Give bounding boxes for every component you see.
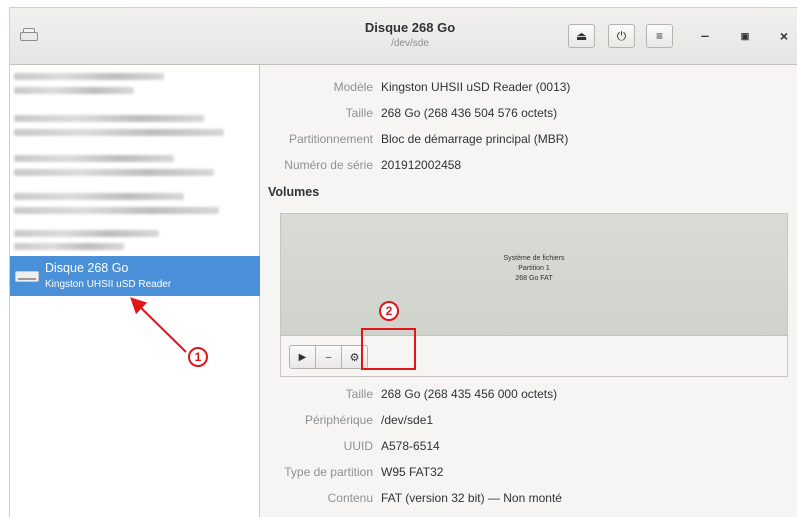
volumes-heading: Volumes <box>268 185 320 199</box>
window-subtitle: /dev/sde <box>391 38 429 49</box>
blurred-device-detail <box>14 169 214 176</box>
disk-model: Kingston UHSII uSD Reader <box>45 279 172 290</box>
device-sidebar: Disque 268 Go Kingston UHSII uSD Reader <box>10 65 260 517</box>
partition-block[interactable]: Système de fichiers Partition 1 268 Go F… <box>281 214 787 336</box>
minus-icon: – <box>325 351 332 363</box>
blurred-device-name[interactable] <box>14 193 184 200</box>
drive-menu-button[interactable]: ≡ <box>646 24 673 48</box>
disk-name: Disque 268 Go <box>45 261 129 275</box>
minimize-button[interactable]: ‒ <box>697 28 713 44</box>
volume-size-value: 268 Go (268 435 456 000 octets) <box>381 387 558 401</box>
drive-icon <box>15 271 39 282</box>
drive-details-pane: Modèle Kingston UHSII uSD Reader (0013) … <box>261 65 797 517</box>
title-block: Disque 268 Go /dev/sde <box>300 20 520 49</box>
blurred-device-name[interactable] <box>14 155 174 162</box>
blurred-device-detail <box>14 87 134 94</box>
blurred-device-detail <box>14 243 124 250</box>
blurred-device-name[interactable] <box>14 73 164 80</box>
drive-size-label: Taille <box>345 106 373 120</box>
hamburger-menu-icon: ≡ <box>655 29 663 43</box>
drive-model-label: Modèle <box>333 80 373 94</box>
close-button[interactable]: × <box>776 28 792 44</box>
disks-window: Disque 268 Go /dev/sde ⏏ ⏻ ≡ ‒ ▣ × Disqu… <box>9 7 797 517</box>
sidebar-item-disque-268-go[interactable]: Disque 268 Go Kingston UHSII uSD Reader <box>10 256 260 296</box>
eject-icon: ⏏ <box>575 29 588 43</box>
power-icon: ⏻ <box>616 28 627 43</box>
delete-partition-button[interactable]: – <box>315 345 342 369</box>
header-bar: Disque 268 Go /dev/sde ⏏ ⏻ ≡ ‒ ▣ × <box>10 8 797 65</box>
blurred-device-detail <box>14 129 224 136</box>
annotation-marker-1: 1 <box>188 347 208 367</box>
eject-button[interactable]: ⏏ <box>568 24 595 48</box>
blurred-device-detail <box>14 207 219 214</box>
blurred-device-name[interactable] <box>14 230 159 237</box>
volume-partition-type-label: Type de partition <box>284 465 373 479</box>
drive-partitioning-value: Bloc de démarrage principal (MBR) <box>381 132 569 146</box>
drive-partitioning-label: Partitionnement <box>288 132 373 146</box>
mount-button[interactable]: ▶ <box>289 345 316 369</box>
window-title: Disque 268 Go <box>364 20 456 35</box>
volumes-panel: Système de fichiers Partition 1 268 Go F… <box>280 213 788 377</box>
annotation-marker-2: 2 <box>379 301 399 321</box>
volume-uuid-label: UUID <box>343 439 373 453</box>
volume-contents-value: FAT (version 32 bit) — Non monté <box>381 491 562 505</box>
annotation-highlight-box <box>361 328 416 370</box>
drive-size-value: 268 Go (268 436 504 576 octets) <box>381 106 558 120</box>
volume-device-label: Périphérique <box>304 413 373 427</box>
drive-serial-label: Numéro de série <box>284 158 373 172</box>
drive-model-value: Kingston UHSII uSD Reader (0013) <box>381 80 571 94</box>
volume-contents-label: Contenu <box>327 491 373 505</box>
volume-size-label: Taille <box>345 387 373 401</box>
partition-size-label: 268 Go FAT <box>515 275 553 282</box>
gears-icon: ⚙ <box>349 351 360 364</box>
drive-serial-value: 201912002458 <box>381 158 462 172</box>
blurred-device-name[interactable] <box>14 115 204 122</box>
volume-partition-type-value: W95 FAT32 <box>381 465 444 479</box>
power-off-button[interactable]: ⏻ <box>608 24 635 48</box>
maximize-button[interactable]: ▣ <box>737 28 753 44</box>
partition-number-label: Partition 1 <box>518 265 550 272</box>
volume-device-value: /dev/sde1 <box>381 413 434 427</box>
partition-label: Système de fichiers Partition 1 268 Go F… <box>281 254 787 284</box>
disk-utility-icon <box>20 28 38 42</box>
partition-fs-label: Système de fichiers <box>503 255 565 262</box>
play-icon: ▶ <box>298 351 307 363</box>
volume-uuid-value: A578-6514 <box>381 439 440 453</box>
